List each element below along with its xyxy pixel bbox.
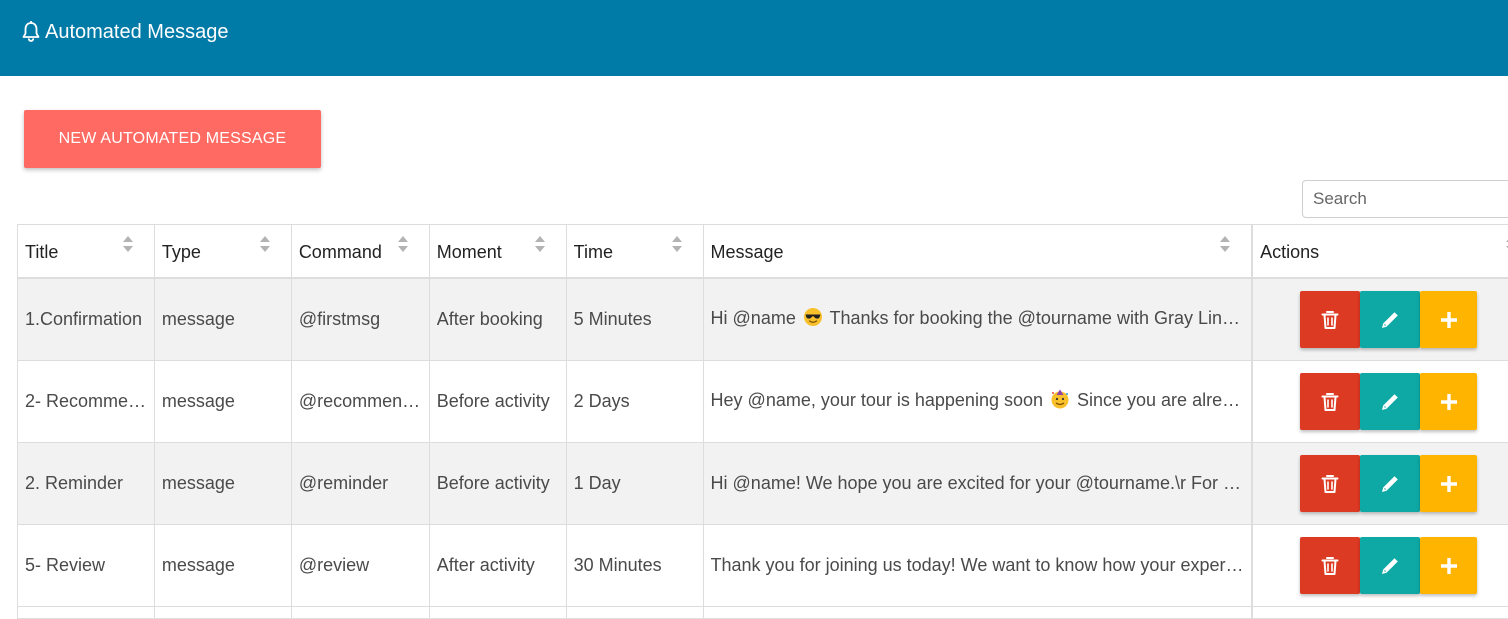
table-row: 5- Review message @review After activity… bbox=[18, 525, 1508, 607]
cell-time bbox=[567, 607, 704, 618]
table-row bbox=[18, 607, 1508, 619]
cell-command: @firstmsg bbox=[292, 279, 430, 360]
column-header-title[interactable]: Title bbox=[18, 225, 155, 277]
add-button[interactable] bbox=[1420, 537, 1478, 594]
sunglasses-emoji-icon bbox=[803, 307, 823, 332]
plus-icon bbox=[1439, 474, 1459, 494]
cell-time: 2 Days bbox=[567, 361, 704, 442]
cell-moment: After booking bbox=[430, 279, 567, 360]
cell-actions bbox=[1253, 525, 1508, 606]
edit-button[interactable] bbox=[1360, 373, 1421, 430]
cell-type: message bbox=[155, 525, 292, 606]
cell-message: Hi @name Thanks for booking the @tournam… bbox=[704, 279, 1254, 360]
cell-moment: Before activity bbox=[430, 443, 567, 524]
top-bar: Automated Message bbox=[0, 0, 1508, 76]
pencil-icon bbox=[1379, 555, 1401, 577]
party-face-emoji-icon bbox=[1050, 389, 1070, 414]
delete-button[interactable] bbox=[1300, 455, 1361, 512]
pencil-icon bbox=[1379, 309, 1401, 331]
delete-button[interactable] bbox=[1300, 373, 1361, 430]
cell-actions bbox=[1253, 361, 1508, 442]
column-header-type[interactable]: Type bbox=[155, 225, 292, 277]
cell-moment bbox=[430, 607, 567, 618]
cell-command: @reminder bbox=[292, 443, 430, 524]
edit-button[interactable] bbox=[1360, 537, 1421, 594]
column-header-moment[interactable]: Moment bbox=[430, 225, 567, 277]
cell-actions bbox=[1253, 607, 1508, 618]
table-row: 2- Recommen… message @recommend… Before … bbox=[18, 361, 1508, 443]
cell-title: 5- Review bbox=[18, 525, 155, 606]
edit-button[interactable] bbox=[1360, 291, 1421, 348]
sort-icon bbox=[534, 235, 546, 253]
cell-actions bbox=[1253, 279, 1508, 360]
column-header-actions[interactable]: Actions bbox=[1253, 225, 1508, 277]
sort-icon bbox=[671, 235, 683, 253]
sort-icon bbox=[397, 235, 409, 253]
cell-command: @review bbox=[292, 525, 430, 606]
cell-type: message bbox=[155, 279, 292, 360]
table-row: 2. Reminder message @reminder Before act… bbox=[18, 443, 1508, 525]
edit-button[interactable] bbox=[1360, 455, 1421, 512]
cell-title bbox=[18, 607, 155, 618]
column-header-message[interactable]: Message bbox=[704, 225, 1254, 277]
cell-command bbox=[292, 607, 430, 618]
sort-icon bbox=[259, 235, 271, 253]
add-button[interactable] bbox=[1420, 373, 1478, 430]
search-input[interactable] bbox=[1302, 180, 1508, 218]
cell-type: message bbox=[155, 443, 292, 524]
cell-message: Hey @name, your tour is happening soon S… bbox=[704, 361, 1254, 442]
trash-icon bbox=[1321, 556, 1339, 576]
cell-message: Thank you for joining us today! We want … bbox=[704, 525, 1254, 606]
cell-time: 1 Day bbox=[567, 443, 704, 524]
cell-type bbox=[155, 607, 292, 618]
delete-button[interactable] bbox=[1300, 291, 1361, 348]
plus-icon bbox=[1439, 310, 1459, 330]
cell-message: Hi @name! We hope you are excited for yo… bbox=[704, 443, 1254, 524]
cell-title: 1.Confirmation bbox=[18, 279, 155, 360]
column-header-time[interactable]: Time bbox=[567, 225, 704, 277]
table-row: 1.Confirmation message @firstmsg After b… bbox=[18, 279, 1508, 361]
cell-message bbox=[704, 607, 1254, 618]
add-button[interactable] bbox=[1420, 291, 1478, 348]
cell-command: @recommend… bbox=[292, 361, 430, 442]
delete-button[interactable] bbox=[1300, 537, 1361, 594]
pencil-icon bbox=[1379, 391, 1401, 413]
add-button[interactable] bbox=[1420, 455, 1478, 512]
page-title: Automated Message bbox=[45, 21, 229, 43]
cell-time: 30 Minutes bbox=[567, 525, 704, 606]
cell-title: 2. Reminder bbox=[18, 443, 155, 524]
cell-time: 5 Minutes bbox=[567, 279, 704, 360]
cell-title: 2- Recommen… bbox=[18, 361, 155, 442]
cell-type: message bbox=[155, 361, 292, 442]
trash-icon bbox=[1321, 310, 1339, 330]
new-automated-message-button[interactable]: NEW AUTOMATED MESSAGE bbox=[24, 110, 321, 168]
cell-moment: Before activity bbox=[430, 361, 567, 442]
plus-icon bbox=[1439, 392, 1459, 412]
trash-icon bbox=[1321, 474, 1339, 494]
pencil-icon bbox=[1379, 473, 1401, 495]
cell-actions bbox=[1253, 443, 1508, 524]
plus-icon bbox=[1439, 556, 1459, 576]
sort-icon bbox=[1219, 235, 1231, 253]
column-header-command[interactable]: Command bbox=[292, 225, 430, 277]
bell-icon bbox=[21, 21, 41, 43]
table-header-row: Title Type Command Moment Time Message A… bbox=[18, 225, 1508, 279]
sort-icon bbox=[122, 235, 134, 253]
cell-moment: After activity bbox=[430, 525, 567, 606]
trash-icon bbox=[1321, 392, 1339, 412]
automated-messages-table: Title Type Command Moment Time Message A… bbox=[17, 224, 1508, 619]
